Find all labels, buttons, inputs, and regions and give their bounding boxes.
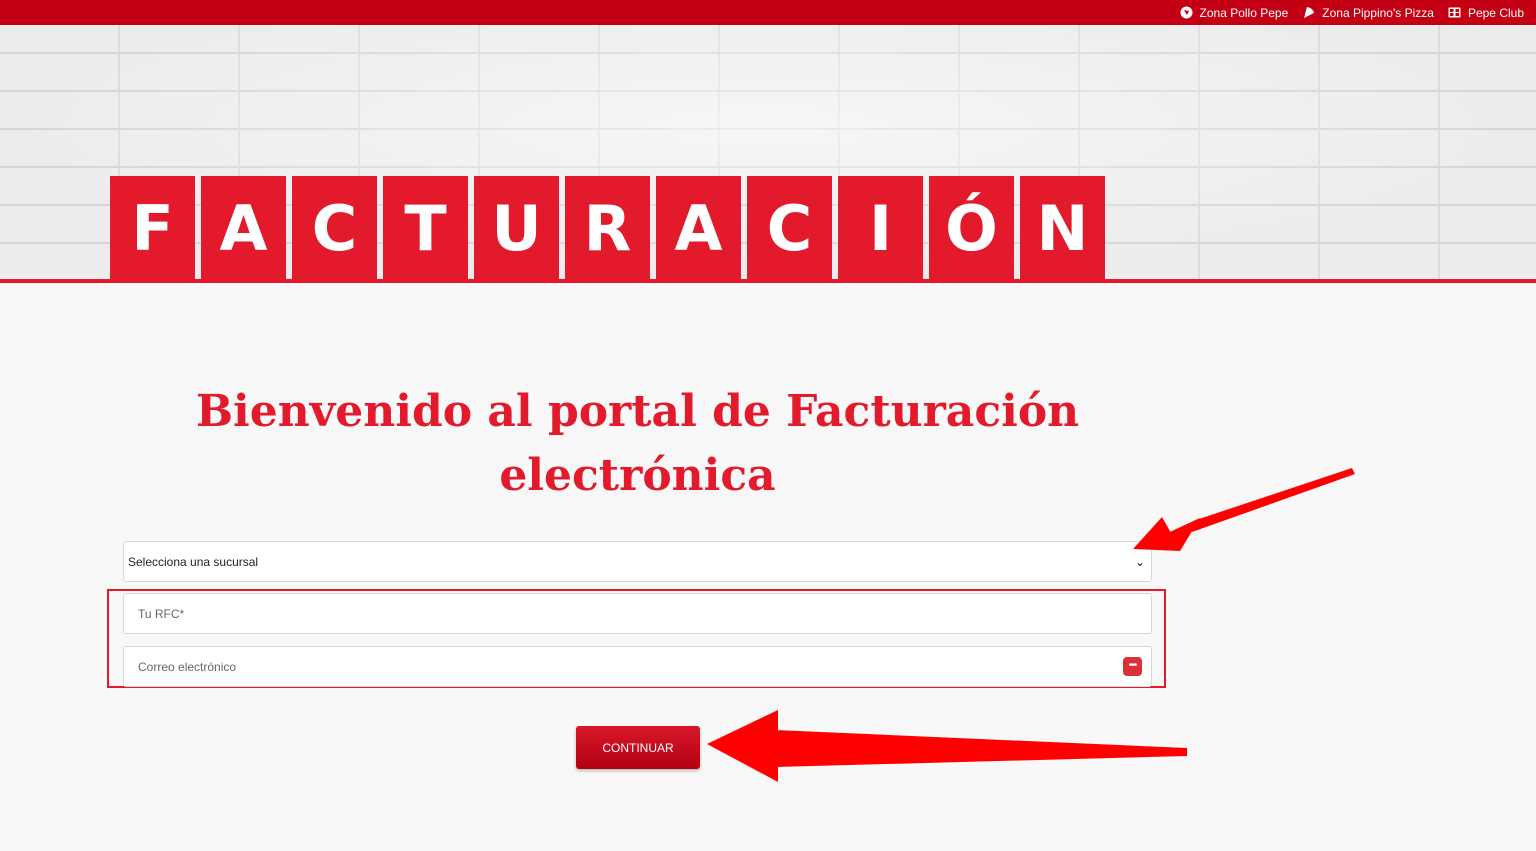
arrow-to-continue-button: [707, 710, 1187, 782]
annotation-arrows: [707, 468, 1355, 782]
arrow-to-select: [1133, 468, 1355, 551]
